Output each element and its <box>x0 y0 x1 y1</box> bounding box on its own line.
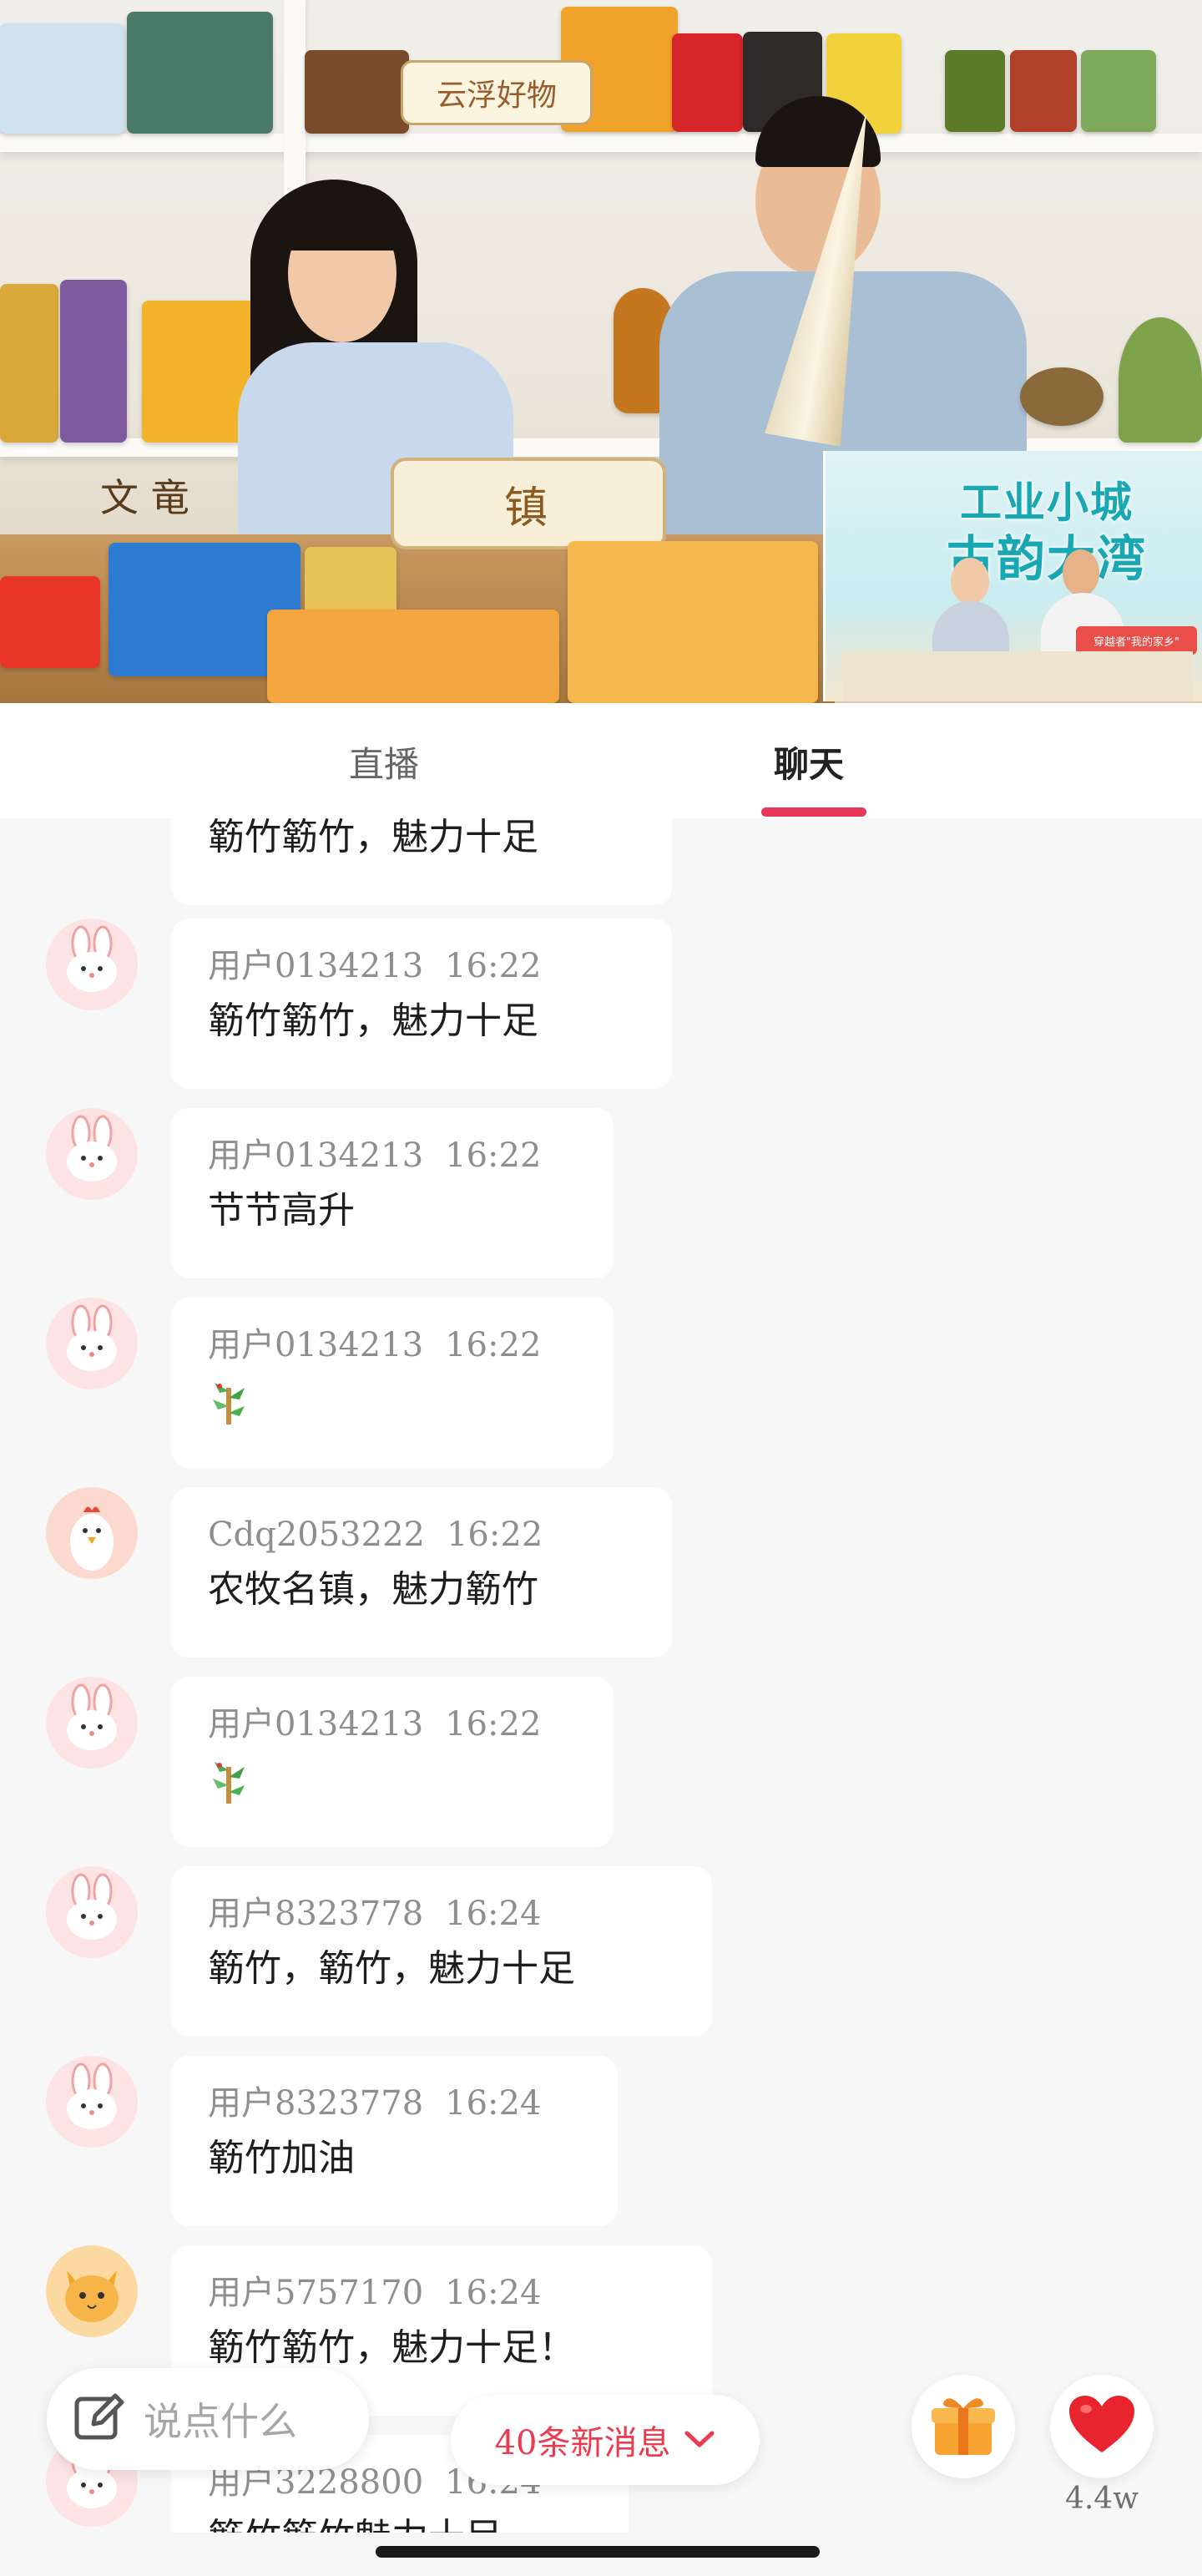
rabbit-avatar[interactable] <box>46 2056 138 2148</box>
pip-host-woman <box>951 558 989 605</box>
message-username[interactable]: 用户0134213 <box>208 947 423 985</box>
product-package <box>60 280 127 443</box>
rabbit-avatar[interactable] <box>46 919 138 1010</box>
message-username[interactable]: 用户0134213 <box>208 1705 423 1743</box>
new-messages-label: 40条新消息 <box>494 2424 671 2462</box>
product-package <box>568 541 818 703</box>
bamboo-emoji-icon <box>208 1759 250 1807</box>
comment-input[interactable]: 说点什么 <box>47 2368 369 2470</box>
product-package <box>1081 50 1156 132</box>
product-package <box>0 23 125 134</box>
chicken-avatar[interactable] <box>46 1487 138 1579</box>
message-text: 簕竹，簕竹，魅力十足 <box>208 1947 575 1990</box>
chat-message: 用户0134213 16:22 <box>0 1298 1202 1473</box>
active-tab-indicator <box>761 807 866 817</box>
message-username[interactable]: 用户0134213 <box>208 1326 423 1364</box>
message-bubble: 用户8323778 16:24 簕竹，簕竹，魅力十足 <box>171 1866 712 2037</box>
chat-message: 用户8323778 16:24 簕竹加油 <box>0 2056 1202 2231</box>
home-indicator[interactable] <box>376 2546 820 2558</box>
heart-icon <box>1068 2394 1136 2459</box>
live-video[interactable]: 云浮好物 文 竜 镇 工业小城 古韵大湾 穿越者"我的家乡" <box>0 0 1202 703</box>
shelf <box>0 134 1202 152</box>
message-text: 农牧名镇，魅力簕竹 <box>208 1568 538 1611</box>
message-time: 16:24 <box>445 2274 542 2312</box>
product-package <box>945 50 1005 132</box>
cat-avatar[interactable] <box>46 2245 138 2337</box>
message-time: 16:24 <box>445 1895 542 1933</box>
message-username[interactable]: 用户8323778 <box>208 2084 423 2123</box>
basket <box>1020 367 1104 426</box>
product-package <box>267 610 559 703</box>
message-bubble: 用户0134213 16:22 <box>171 1677 614 1847</box>
chat-message: 用户0134213 16:22 节节高升 <box>0 1108 1202 1283</box>
chat-message: 用户0134213 16:22 <box>0 1677 1202 1852</box>
message-username[interactable]: 用户5757170 <box>208 2274 423 2312</box>
message-time: 16:24 <box>445 2084 542 2123</box>
message-time: 16:22 <box>445 947 542 985</box>
like-button[interactable] <box>1050 2375 1154 2478</box>
tab-chat[interactable]: 聊天 <box>774 736 844 787</box>
shelf-sign: 云浮好物 <box>401 60 593 125</box>
chat-message: 用户0134213 16:22 簕竹簕竹，魅力十足 <box>0 919 1202 1094</box>
message-bubble: 用户0134213 16:22 <box>171 1298 614 1468</box>
message-time: 16:22 <box>445 1136 542 1175</box>
pip-video[interactable]: 工业小城 古韵大湾 穿越者"我的家乡" <box>823 451 1202 701</box>
product-package <box>127 12 273 134</box>
tab-live[interactable]: 直播 <box>349 736 419 787</box>
comment-placeholder: 说点什么 <box>144 2399 297 2444</box>
message-bubble: 用户8323778 16:24 簕竹加油 <box>171 2056 618 2226</box>
message-username[interactable]: Cdq2053222 <box>208 1516 425 1554</box>
chat-message: 簕竹簕竹，魅力十足 <box>0 818 1202 910</box>
pip-table <box>842 651 1193 701</box>
message-text: 簕竹簕竹魅力十足 <box>208 2510 592 2533</box>
message-time: 16:22 <box>445 1326 542 1364</box>
message-text: 簕竹簕竹，魅力十足 <box>208 1000 538 1042</box>
desk-banner: 镇 <box>391 458 666 549</box>
product-package <box>0 576 100 668</box>
bottom-bar <box>0 2533 1202 2576</box>
rabbit-avatar[interactable] <box>46 1866 138 1958</box>
message-bubble: 用户0134213 16:22 节节高升 <box>171 1108 614 1278</box>
rabbit-avatar[interactable] <box>46 1298 138 1389</box>
bamboo-emoji-icon <box>208 1379 250 1428</box>
chat-message: 用户8323778 16:24 簕竹，簕竹，魅力十足 <box>0 1866 1202 2042</box>
message-username[interactable]: 用户8323778 <box>208 1895 423 1933</box>
message-text: 簕竹簕竹，魅力十足 <box>208 818 538 858</box>
message-text: 簕竹加油 <box>208 2137 355 2179</box>
chat-list[interactable]: 簕竹簕竹，魅力十足 用户0134213 16:22 簕竹簕竹，魅力十足 用户013… <box>0 818 1202 2533</box>
chevron-down-icon <box>684 2430 715 2450</box>
gift-button[interactable] <box>912 2375 1015 2478</box>
product-package <box>1010 50 1077 132</box>
side-sign: 文 竜 <box>100 475 189 520</box>
message-bubble: Cdq2053222 16:22 农牧名镇，魅力簕竹 <box>171 1487 672 1657</box>
chat-message: Cdq2053222 16:22 农牧名镇，魅力簕竹 <box>0 1487 1202 1663</box>
message-username[interactable]: 用户0134213 <box>208 1136 423 1175</box>
pip-subtitle: 穿越者"我的家乡" <box>1076 626 1197 655</box>
product-package <box>672 33 743 132</box>
message-time: 16:22 <box>446 1516 543 1554</box>
gift-icon <box>927 2388 1000 2465</box>
product-package <box>305 50 409 134</box>
like-count: 4.4w <box>1064 2482 1139 2516</box>
pip-host-man <box>1063 549 1099 596</box>
message-bubble: 用户0134213 16:22 簕竹簕竹，魅力十足 <box>171 919 672 1089</box>
message-text: 节节高升 <box>208 1189 355 1232</box>
new-messages-button[interactable]: 40条新消息 <box>451 2395 760 2485</box>
product-package <box>0 284 58 443</box>
message-bubble: 簕竹簕竹，魅力十足 <box>171 818 672 905</box>
edit-icon <box>72 2391 125 2447</box>
message-time: 16:22 <box>445 1705 542 1743</box>
tab-bar: 直播 聊天 <box>0 703 1202 818</box>
bamboo-decor <box>1119 317 1202 443</box>
rabbit-avatar[interactable] <box>46 1108 138 1200</box>
rabbit-avatar[interactable] <box>46 1677 138 1769</box>
